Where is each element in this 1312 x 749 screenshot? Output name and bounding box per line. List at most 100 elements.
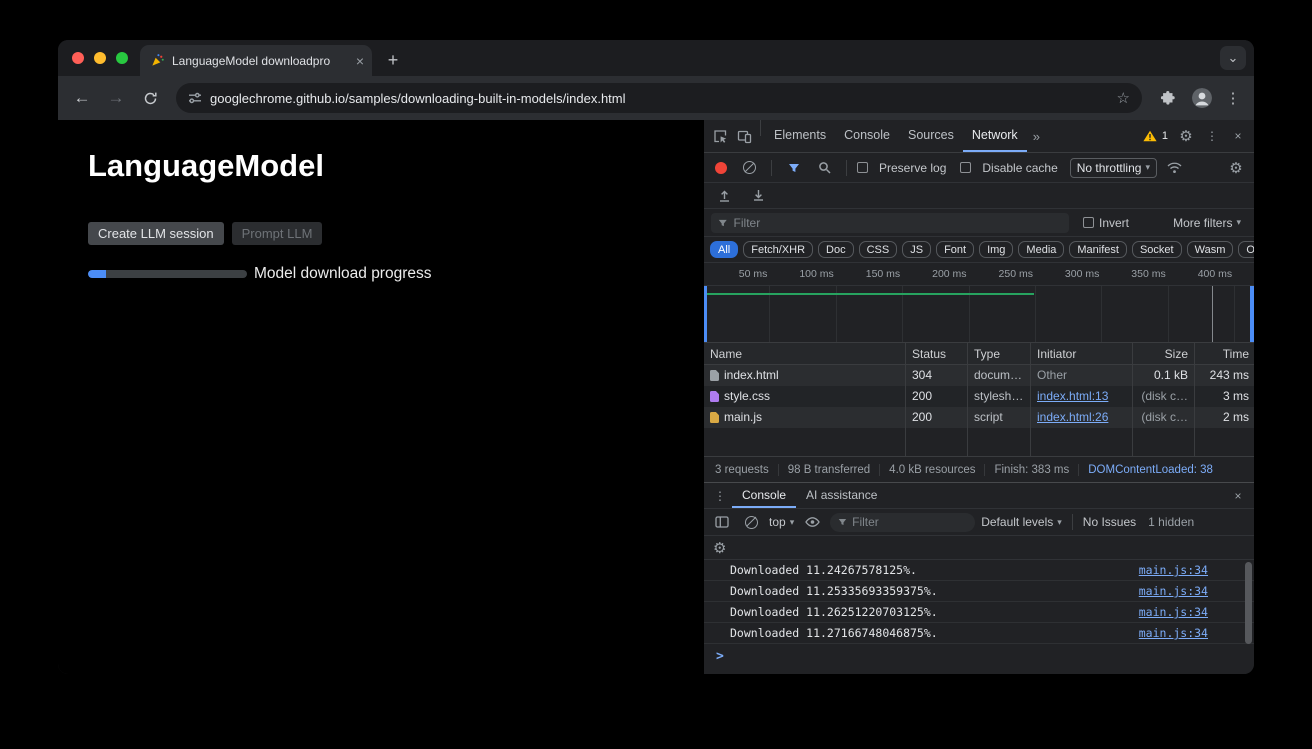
log-levels-select[interactable]: Default levels ▾	[981, 515, 1062, 529]
column-header-name[interactable]: Name	[704, 343, 906, 364]
network-settings-icon[interactable]: ⚙	[1224, 156, 1248, 180]
console-prompt[interactable]: >	[704, 644, 1254, 674]
summary-item: DOMContentLoaded: 38	[1079, 464, 1222, 476]
browser-tab[interactable]: LanguageModel downloadpro ×	[140, 45, 372, 76]
console-filter-box[interactable]	[830, 513, 975, 532]
filter-toggle-button[interactable]	[782, 156, 806, 180]
window-close-button[interactable]	[72, 52, 84, 64]
request-initiator[interactable]: Other	[1031, 365, 1133, 386]
column-header-time[interactable]: Time	[1195, 343, 1254, 364]
column-header-size[interactable]: Size	[1133, 343, 1195, 364]
filter-chip[interactable]: Font	[936, 241, 974, 258]
filter-chip[interactable]: Media	[1018, 241, 1064, 258]
back-button[interactable]: ←	[68, 84, 96, 112]
network-overview-timeline[interactable]: 50 ms100 ms150 ms200 ms250 ms300 ms350 m…	[704, 263, 1254, 343]
network-conditions-button[interactable]	[1163, 156, 1187, 180]
console-message-source-link[interactable]: main.js:34	[1139, 563, 1254, 577]
address-bar[interactable]: googlechrome.github.io/samples/downloadi…	[176, 83, 1142, 113]
filter-chip[interactable]: Socket	[1132, 241, 1182, 258]
drawer-tab[interactable]: AI assistance	[796, 483, 887, 508]
filter-chip[interactable]: Img	[979, 241, 1013, 258]
invert-checkbox[interactable]	[1083, 217, 1094, 228]
extensions-button[interactable]	[1154, 84, 1182, 112]
timeline-graph[interactable]	[704, 286, 1254, 342]
browser-menu-button[interactable]: ⋮	[1222, 89, 1244, 107]
live-expression-button[interactable]	[800, 510, 824, 534]
window-zoom-button[interactable]	[116, 52, 128, 64]
model-progress-bar	[88, 270, 247, 278]
warning-icon[interactable]	[1143, 130, 1157, 142]
console-message-source-link[interactable]: main.js:34	[1139, 584, 1254, 598]
create-llm-session-button[interactable]: Create LLM session	[88, 222, 224, 245]
bookmark-star-icon[interactable]: ☆	[1117, 89, 1130, 107]
devtools-close-icon[interactable]: ×	[1226, 124, 1250, 148]
filter-chip[interactable]: All	[710, 241, 738, 258]
network-filter-box[interactable]	[711, 213, 1069, 233]
disable-cache-checkbox[interactable]	[960, 162, 971, 173]
filter-chip[interactable]: Wasm	[1187, 241, 1234, 258]
more-tabs-button[interactable]: »	[1027, 120, 1046, 152]
console-message[interactable]: Downloaded 11.26251220703125%. main.js:3…	[704, 602, 1254, 623]
profile-button[interactable]	[1188, 84, 1216, 112]
drawer-close-icon[interactable]: ×	[1226, 484, 1250, 508]
timeline-tick: 400 ms	[1169, 263, 1235, 285]
column-header-initiator[interactable]: Initiator	[1031, 343, 1133, 364]
console-filter-input[interactable]	[852, 515, 967, 529]
prompt-llm-button[interactable]: Prompt LLM	[232, 222, 323, 245]
throttling-select[interactable]: No throttling ▾	[1070, 158, 1157, 178]
window-minimize-button[interactable]	[94, 52, 106, 64]
network-search-button[interactable]	[812, 156, 836, 180]
warning-count[interactable]: 1	[1162, 130, 1168, 142]
request-initiator[interactable]: index.html:13	[1031, 386, 1133, 407]
timeline-tick: 300 ms	[1036, 263, 1102, 285]
site-settings-icon[interactable]	[188, 91, 202, 105]
request-row[interactable]: index.html 304 docum… Other 0.1 kB 243 m…	[704, 365, 1254, 386]
inspect-element-button[interactable]	[708, 124, 732, 148]
forward-button[interactable]: →	[102, 84, 130, 112]
devtools-tab[interactable]: Network	[963, 120, 1027, 152]
issues-counter[interactable]: No Issues	[1083, 515, 1136, 529]
console-message[interactable]: Downloaded 11.25335693359375%. main.js:3…	[704, 581, 1254, 602]
preserve-log-checkbox[interactable]	[857, 162, 868, 173]
context-selector[interactable]: top ▾	[769, 515, 794, 529]
network-filter-input[interactable]	[734, 216, 1062, 230]
console-scrollbar-thumb[interactable]	[1245, 562, 1252, 644]
console-message-source-link[interactable]: main.js:34	[1139, 626, 1254, 640]
import-har-button[interactable]	[712, 184, 736, 208]
console-sidebar-toggle[interactable]	[710, 510, 734, 534]
drawer-tab[interactable]: Console	[732, 483, 796, 508]
devtools-settings-icon[interactable]: ⚙	[1174, 124, 1198, 148]
hidden-messages-count[interactable]: 1 hidden	[1148, 515, 1194, 529]
drawer-menu-icon[interactable]: ⋮	[708, 484, 732, 508]
request-row[interactable]: style.css 200 stylesh… index.html:13 (di…	[704, 386, 1254, 407]
export-har-button[interactable]	[746, 184, 770, 208]
console-message[interactable]: Downloaded 11.27166748046875%. main.js:3…	[704, 623, 1254, 644]
filter-chip[interactable]: CSS	[859, 241, 898, 258]
filter-chip[interactable]: Fetch/XHR	[743, 241, 813, 258]
filter-chip[interactable]: JS	[902, 241, 931, 258]
console-messages: Downloaded 11.24267578125%. main.js:34 D…	[704, 560, 1254, 644]
tab-search-button[interactable]: ⌄	[1220, 46, 1246, 70]
tab-close-icon[interactable]: ×	[356, 54, 364, 68]
devtools-tab[interactable]: Sources	[899, 120, 963, 152]
devtools-menu-icon[interactable]: ⋮	[1200, 124, 1224, 148]
reload-button[interactable]	[136, 84, 164, 112]
console-message-source-link[interactable]: main.js:34	[1139, 605, 1254, 619]
devtools-tab[interactable]: Console	[835, 120, 899, 152]
clear-network-log-button[interactable]	[743, 161, 756, 174]
request-row[interactable]: main.js 200 script index.html:26 (disk c…	[704, 407, 1254, 428]
device-toolbar-button[interactable]	[732, 124, 756, 148]
column-header-status[interactable]: Status	[906, 343, 968, 364]
devtools-tab[interactable]: Elements	[765, 120, 835, 152]
filter-chip[interactable]: Doc	[818, 241, 854, 258]
console-message[interactable]: Downloaded 11.24267578125%. main.js:34	[704, 560, 1254, 581]
column-header-type[interactable]: Type	[968, 343, 1031, 364]
more-filters-button[interactable]: More filters ▾	[1173, 216, 1247, 230]
clear-console-button[interactable]	[745, 516, 758, 529]
console-settings-icon[interactable]: ⚙	[713, 539, 726, 557]
record-network-log-button[interactable]	[715, 162, 727, 174]
request-initiator[interactable]: index.html:26	[1031, 407, 1133, 428]
new-tab-button[interactable]: +	[380, 47, 406, 73]
filter-chip[interactable]: Other	[1238, 241, 1254, 258]
filter-chip[interactable]: Manifest	[1069, 241, 1127, 258]
